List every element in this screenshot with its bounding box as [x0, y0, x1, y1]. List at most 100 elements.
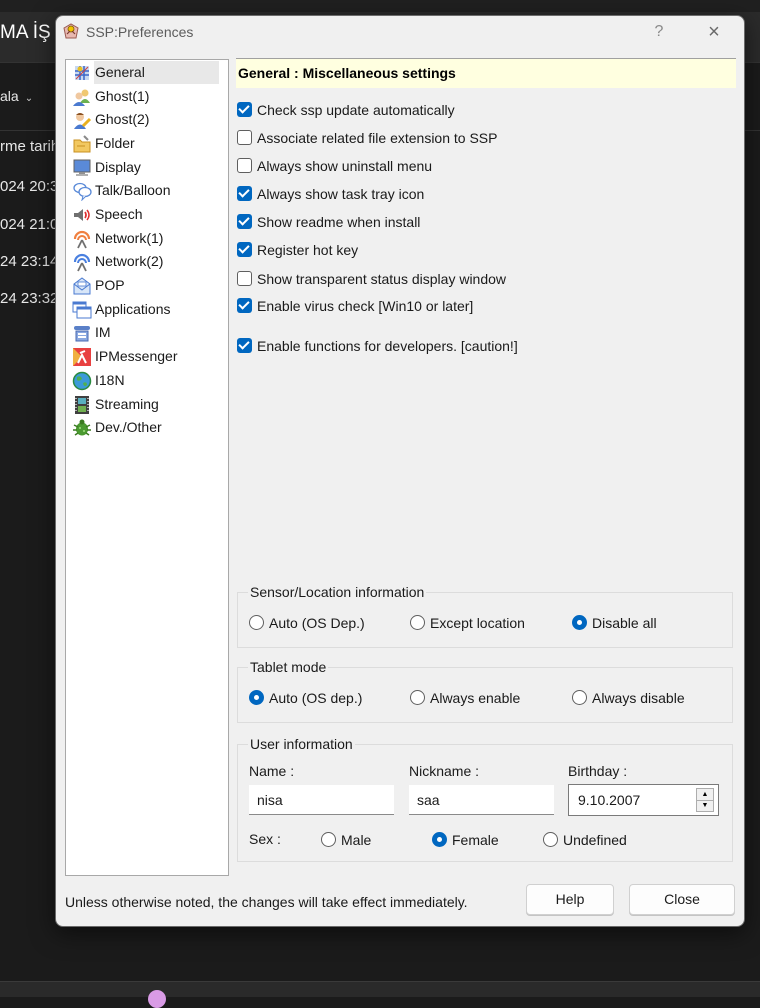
background-dropdown-label: ala: [0, 88, 19, 104]
nav-label: IPMessenger: [95, 348, 178, 364]
nav-item-dev-other[interactable]: Dev./Other: [70, 416, 223, 439]
nav-label: General: [94, 61, 219, 84]
nav-item-network1[interactable]: Network(1): [70, 227, 223, 250]
help-button[interactable]: Help: [526, 884, 614, 915]
nav-item-streaming[interactable]: Streaming: [70, 393, 223, 416]
nav-label: Streaming: [95, 396, 159, 412]
nav-label: Ghost(2): [95, 111, 150, 127]
general-icon: [75, 66, 89, 80]
spin-down-icon[interactable]: ▼: [697, 800, 713, 811]
checkbox-box[interactable]: [237, 102, 252, 117]
radio-button[interactable]: [249, 615, 264, 630]
background-dropdown[interactable]: ala ⌄: [0, 88, 33, 104]
nav-item-i18n[interactable]: I18N: [70, 369, 223, 392]
checkbox-label: Show readme when install: [257, 214, 421, 230]
nav-label: POP: [95, 277, 125, 293]
taskbar-app-icon[interactable]: [148, 990, 166, 1008]
user-information-group: User information Name : Nickname : Birth…: [237, 735, 733, 862]
radio-button[interactable]: [572, 615, 587, 630]
nav-label: Ghost(1): [95, 88, 150, 104]
radio-label: Disable all: [592, 615, 657, 631]
network1-icon: [73, 230, 91, 249]
radio-button[interactable]: [410, 615, 425, 630]
nav-label: Applications: [95, 301, 171, 317]
radio-label: Except location: [430, 615, 525, 631]
nav-label: Talk/Balloon: [95, 182, 171, 198]
checkbox-box[interactable]: [237, 242, 252, 257]
globe-icon: [72, 371, 92, 391]
nav-item-speech[interactable]: Speech: [70, 203, 223, 226]
background-row: 24 23:32: [0, 290, 59, 307]
radio-button[interactable]: [432, 832, 447, 847]
chevron-down-icon: ⌄: [24, 93, 34, 104]
radio-button[interactable]: [543, 832, 558, 847]
applications-icon: [72, 301, 92, 319]
background-row: 24 23:14: [0, 253, 59, 270]
radio-label: Always enable: [430, 690, 521, 706]
nav-label: Speech: [95, 206, 143, 222]
checkbox-box[interactable]: [237, 298, 252, 313]
close-title-button[interactable]: ×: [696, 20, 732, 44]
preferences-dialog: SSP:Preferences ? × General Ghost(1) Gho…: [55, 15, 745, 927]
nav-item-network2[interactable]: Network(2): [70, 250, 223, 273]
checkbox-box[interactable]: [237, 158, 252, 173]
radio-button[interactable]: [321, 832, 336, 847]
help-title-button[interactable]: ?: [644, 20, 674, 44]
ipmessenger-icon: [73, 348, 91, 366]
ssp-app-icon: [63, 23, 79, 39]
checkbox-label: Enable virus check [Win10 or later]: [257, 298, 474, 314]
ghost2-icon: [74, 113, 92, 129]
sensor-location-group: Sensor/Location information Auto (OS Dep…: [237, 583, 733, 648]
group-title: Sensor/Location information: [248, 583, 427, 601]
checkbox-box[interactable]: [237, 186, 252, 201]
birthday-spinner[interactable]: ▲ ▼: [696, 788, 714, 812]
balloon-icon: [73, 182, 92, 201]
radio-label: Auto (OS Dep.): [269, 615, 365, 631]
checkbox-box[interactable]: [237, 338, 252, 353]
phone-icon: [74, 326, 90, 342]
nav-label: Network(2): [95, 253, 164, 269]
dialog-title: SSP:Preferences: [86, 24, 194, 40]
radio-button[interactable]: [410, 690, 425, 705]
nav-item-ipmessenger[interactable]: IPMessenger: [70, 345, 223, 368]
birthday-picker[interactable]: 9.10.2007 ▲ ▼: [568, 784, 719, 816]
title-bar[interactable]: SSP:Preferences ? ×: [56, 16, 744, 50]
footer-note: Unless otherwise noted, the changes will…: [65, 894, 468, 910]
taskbar: [0, 981, 760, 997]
panel-header: General : Miscellaneous settings: [236, 58, 736, 88]
nav-item-pop[interactable]: POP: [70, 274, 223, 297]
birthday-label: Birthday :: [568, 763, 628, 779]
checkbox-label: Register hot key: [257, 242, 359, 258]
nav-item-display[interactable]: Display: [70, 156, 223, 179]
nav-label: Display: [95, 159, 141, 175]
radio-label: Undefined: [563, 832, 627, 848]
nav-item-ghost2[interactable]: Ghost(2): [70, 108, 223, 131]
birthday-value[interactable]: 9.10.2007: [578, 785, 640, 815]
ghost1-icon: [73, 89, 90, 106]
sex-label: Sex :: [249, 831, 281, 847]
nav-item-folder[interactable]: Folder: [70, 132, 223, 155]
folder-icon: [73, 135, 91, 153]
checkbox-label: Always show uninstall menu: [257, 158, 433, 174]
nav-label: I18N: [95, 372, 125, 388]
tablet-mode-group: Tablet mode Auto (OS dep.) Always enable…: [237, 658, 733, 723]
radio-button[interactable]: [572, 690, 587, 705]
nickname-input[interactable]: [409, 785, 554, 815]
close-icon: ×: [708, 21, 720, 43]
radio-label: Always disable: [592, 690, 685, 706]
group-title: Tablet mode: [248, 658, 329, 676]
nav-item-ghost1[interactable]: Ghost(1): [70, 85, 223, 108]
nav-item-talk-balloon[interactable]: Talk/Balloon: [70, 179, 223, 202]
nav-item-general[interactable]: General: [70, 61, 223, 84]
checkbox-label: Associate related file extension to SSP: [257, 130, 498, 146]
radio-button[interactable]: [249, 690, 264, 705]
checkbox-box[interactable]: [237, 271, 252, 286]
background-column-header: rme tarih: [0, 138, 60, 155]
checkbox-box[interactable]: [237, 130, 252, 145]
checkbox-box[interactable]: [237, 214, 252, 229]
close-button[interactable]: Close: [629, 884, 735, 915]
nav-item-applications[interactable]: Applications: [70, 298, 223, 321]
nav-item-im[interactable]: IM: [70, 321, 223, 344]
category-list[interactable]: General Ghost(1) Ghost(2) Folder Display…: [65, 59, 229, 876]
name-input[interactable]: [249, 785, 394, 815]
